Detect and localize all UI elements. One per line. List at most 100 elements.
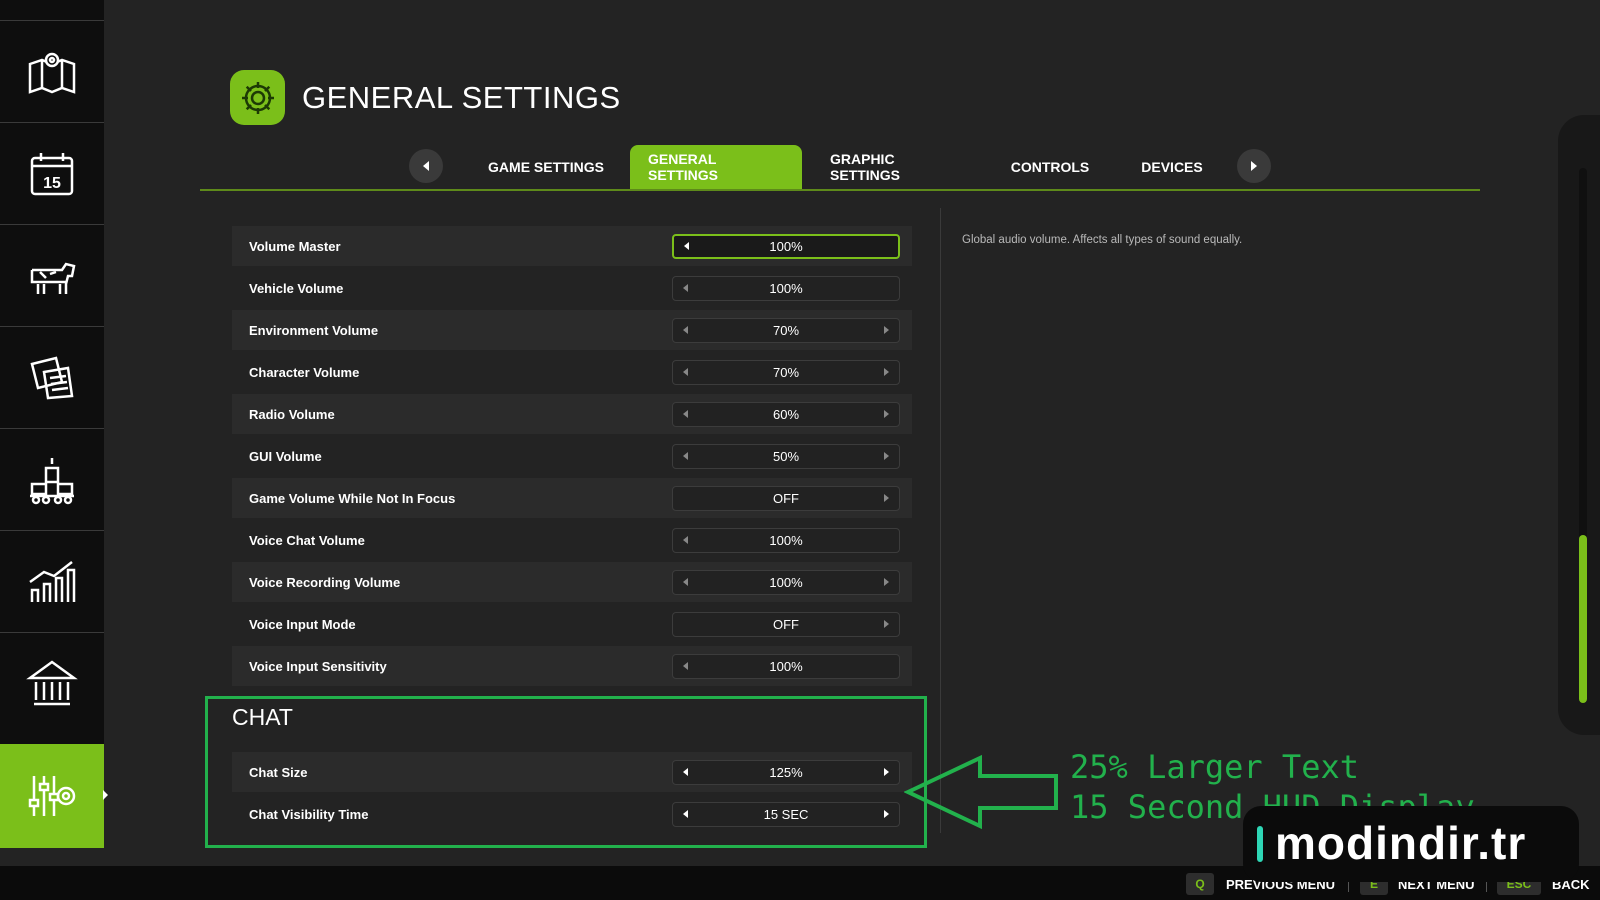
decrease-arrow-icon[interactable] xyxy=(683,326,688,334)
increase-arrow-icon[interactable] xyxy=(884,410,889,418)
setting-value: 100% xyxy=(769,575,803,590)
increase-arrow-icon[interactable] xyxy=(884,620,889,628)
increase-arrow-icon[interactable] xyxy=(884,452,889,460)
tab-game-settings[interactable]: GAME SETTINGS xyxy=(470,145,622,189)
statistics-icon xyxy=(29,560,76,602)
scrollbar-thumb[interactable] xyxy=(1579,535,1587,703)
calendar-day: 15 xyxy=(43,175,61,192)
sidebar-item-animals[interactable] xyxy=(0,224,104,326)
annotation-arrow-icon xyxy=(904,754,1058,830)
setting-label: Environment Volume xyxy=(249,322,379,338)
setting-value: 100% xyxy=(769,533,803,548)
setting-label: Voice Input Sensitivity xyxy=(249,658,387,674)
page-title: GENERAL SETTINGS xyxy=(302,80,621,115)
contracts-icon xyxy=(30,355,74,399)
increase-arrow-icon[interactable] xyxy=(884,326,889,334)
map-icon xyxy=(28,52,76,94)
chevron-left-icon xyxy=(423,161,429,171)
increase-arrow-icon[interactable] xyxy=(884,578,889,586)
character-volume-selector[interactable]: 70% xyxy=(672,360,900,385)
sidebar-item-contracts[interactable] xyxy=(0,326,104,428)
setting-label: Voice Recording Volume xyxy=(249,574,401,590)
tab-underline xyxy=(200,189,1480,191)
sidebar-item-calendar[interactable]: 15 xyxy=(0,122,104,224)
panel-divider xyxy=(940,208,941,833)
decrease-arrow-icon[interactable] xyxy=(683,536,688,544)
setting-value: 100% xyxy=(769,659,803,674)
decrease-arrow-icon[interactable] xyxy=(683,452,688,460)
increase-arrow-icon[interactable] xyxy=(884,368,889,376)
chevron-right-icon xyxy=(1251,161,1257,171)
sidebar-item-map[interactable] xyxy=(0,20,104,122)
setting-value: 60% xyxy=(772,407,800,422)
key-q-badge[interactable]: Q xyxy=(1186,873,1214,895)
production-icon xyxy=(30,457,74,504)
setting-row-volume-master[interactable]: Volume Master 100% xyxy=(232,226,912,266)
active-indicator xyxy=(103,790,108,800)
sidebar-item-finances[interactable] xyxy=(0,632,104,734)
voice-input-mode-selector[interactable]: OFF xyxy=(672,612,900,637)
settings-sliders-icon xyxy=(28,776,76,816)
setting-row-character-volume[interactable]: Character Volume 70% xyxy=(232,352,912,392)
watermark-text: modindir.tr xyxy=(1275,817,1527,869)
setting-value: 100% xyxy=(769,281,803,296)
tab-next-button[interactable] xyxy=(1237,149,1271,183)
tab-prev-button[interactable] xyxy=(409,149,443,183)
setting-row-voice-input-sensitivity[interactable]: Voice Input Sensitivity 100% xyxy=(232,646,912,686)
sidebar-item-production[interactable] xyxy=(0,428,104,530)
voice-recording-volume-selector[interactable]: 100% xyxy=(672,570,900,595)
decrease-arrow-icon[interactable] xyxy=(683,368,688,376)
vehicle-volume-selector[interactable]: 100% xyxy=(672,276,900,301)
gear-icon xyxy=(241,81,274,114)
watermark-logo-bar xyxy=(1257,826,1263,862)
environment-volume-selector[interactable]: 70% xyxy=(672,318,900,343)
volume-master-selector[interactable]: 100% xyxy=(672,234,900,259)
setting-value: OFF xyxy=(773,617,799,632)
setting-row-voice-input-mode[interactable]: Voice Input Mode OFF xyxy=(232,604,912,644)
voice-input-sensitivity-selector[interactable]: 100% xyxy=(672,654,900,679)
setting-label: Vehicle Volume xyxy=(249,280,344,296)
sidebar-item-statistics[interactable] xyxy=(0,530,104,632)
gui-volume-selector[interactable]: 50% xyxy=(672,444,900,469)
decrease-arrow-icon[interactable] xyxy=(683,284,688,292)
annotation-line-1: 25% Larger Text xyxy=(1070,748,1359,786)
setting-row-voice-recording-volume[interactable]: Voice Recording Volume 100% xyxy=(232,562,912,602)
game-volume-not-in-focus-selector[interactable]: OFF xyxy=(672,486,900,511)
increase-arrow-icon[interactable] xyxy=(884,494,889,502)
setting-row-voice-chat-volume[interactable]: Voice Chat Volume 100% xyxy=(232,520,912,560)
setting-label: Voice Input Mode xyxy=(249,616,356,632)
setting-value: 70% xyxy=(772,365,800,380)
cow-icon xyxy=(30,262,76,294)
bank-icon xyxy=(26,659,78,705)
decrease-arrow-icon[interactable] xyxy=(683,410,688,418)
decrease-arrow-icon[interactable] xyxy=(683,578,688,586)
calendar-icon: 15 xyxy=(30,152,74,195)
setting-row-gui-volume[interactable]: GUI Volume 50% xyxy=(232,436,912,476)
voice-chat-volume-selector[interactable]: 100% xyxy=(672,528,900,553)
header-icon xyxy=(230,70,285,125)
setting-value: 50% xyxy=(772,449,800,464)
decrease-arrow-icon[interactable] xyxy=(684,242,689,250)
tab-devices[interactable]: DEVICES xyxy=(1118,145,1226,189)
watermark: modindir.tr xyxy=(1243,806,1579,882)
setting-value: 100% xyxy=(769,239,803,254)
setting-label: Radio Volume xyxy=(249,406,335,422)
setting-label: Voice Chat Volume xyxy=(249,532,365,548)
decrease-arrow-icon[interactable] xyxy=(683,662,688,670)
setting-row-radio-volume[interactable]: Radio Volume 60% xyxy=(232,394,912,434)
setting-label: GUI Volume xyxy=(249,448,322,464)
chat-highlight-box xyxy=(205,696,927,848)
setting-value: 70% xyxy=(772,323,800,338)
setting-row-vehicle-volume[interactable]: Vehicle Volume 100% xyxy=(232,268,912,308)
sidebar-item-settings[interactable] xyxy=(0,744,108,848)
setting-label: Game Volume While Not In Focus xyxy=(249,490,456,506)
setting-label: Character Volume xyxy=(249,364,360,380)
setting-row-environment-volume[interactable]: Environment Volume 70% xyxy=(232,310,912,350)
setting-label: Volume Master xyxy=(249,238,341,254)
radio-volume-selector[interactable]: 60% xyxy=(672,402,900,427)
tab-controls[interactable]: CONTROLS xyxy=(994,145,1106,189)
setting-row-game-volume-not-in-focus[interactable]: Game Volume While Not In Focus OFF xyxy=(232,478,912,518)
sidebar: 15 xyxy=(0,0,108,848)
tab-graphic-settings[interactable]: GRAPHIC SETTINGS xyxy=(812,145,984,189)
tab-general-settings[interactable]: GENERAL SETTINGS xyxy=(630,145,802,189)
